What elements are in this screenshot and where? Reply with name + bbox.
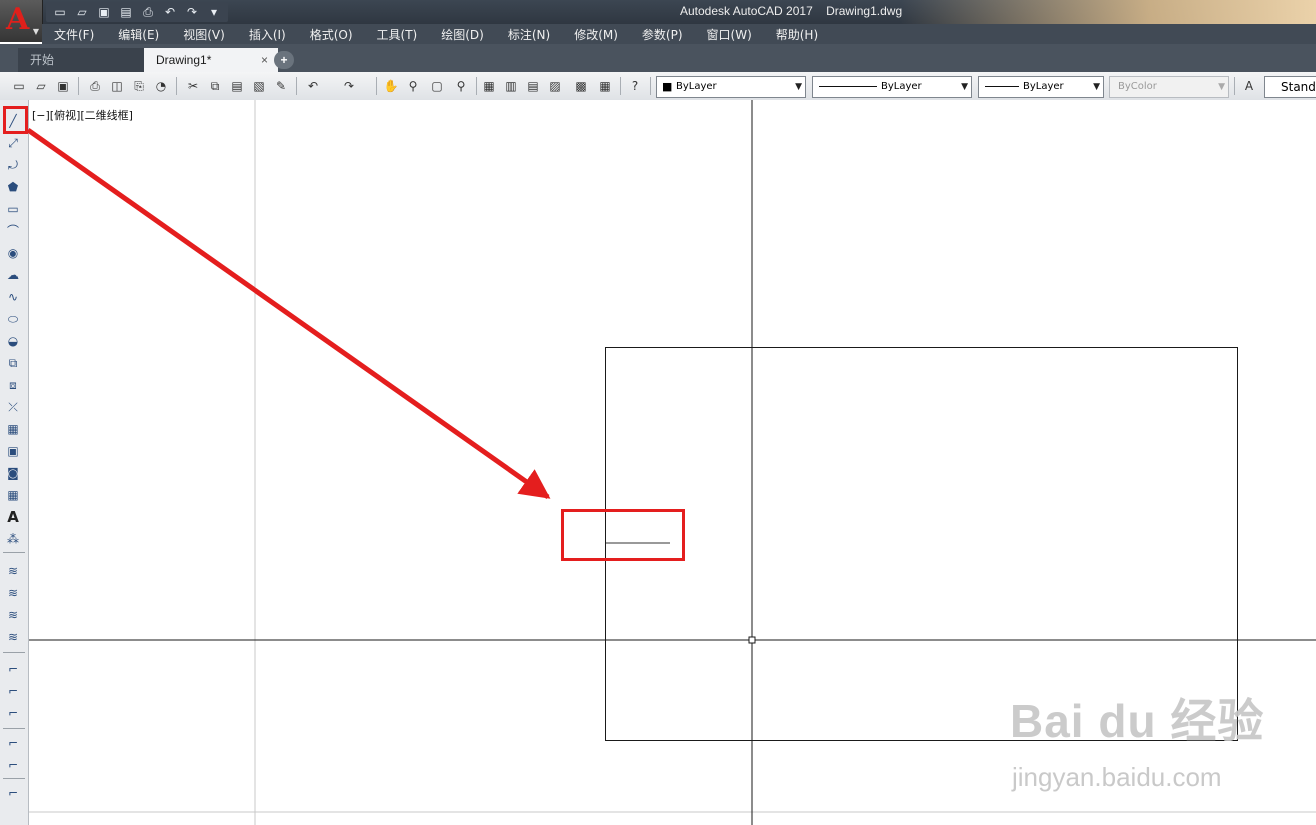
baidu-watermark-logo: Bai du 经验: [1010, 695, 1265, 747]
viewport-controls-label[interactable]: [−][俯视][二维线框]: [32, 107, 133, 123]
cursor-pickbox: [748, 636, 756, 644]
line-highlight-box: [561, 509, 685, 561]
drawn-rectangle[interactable]: [605, 347, 1238, 741]
annotation-arrow: [26, 127, 551, 500]
baidu-watermark-url: jingyan.baidu.com: [1012, 762, 1222, 792]
line-tool-highlight: [3, 106, 28, 134]
